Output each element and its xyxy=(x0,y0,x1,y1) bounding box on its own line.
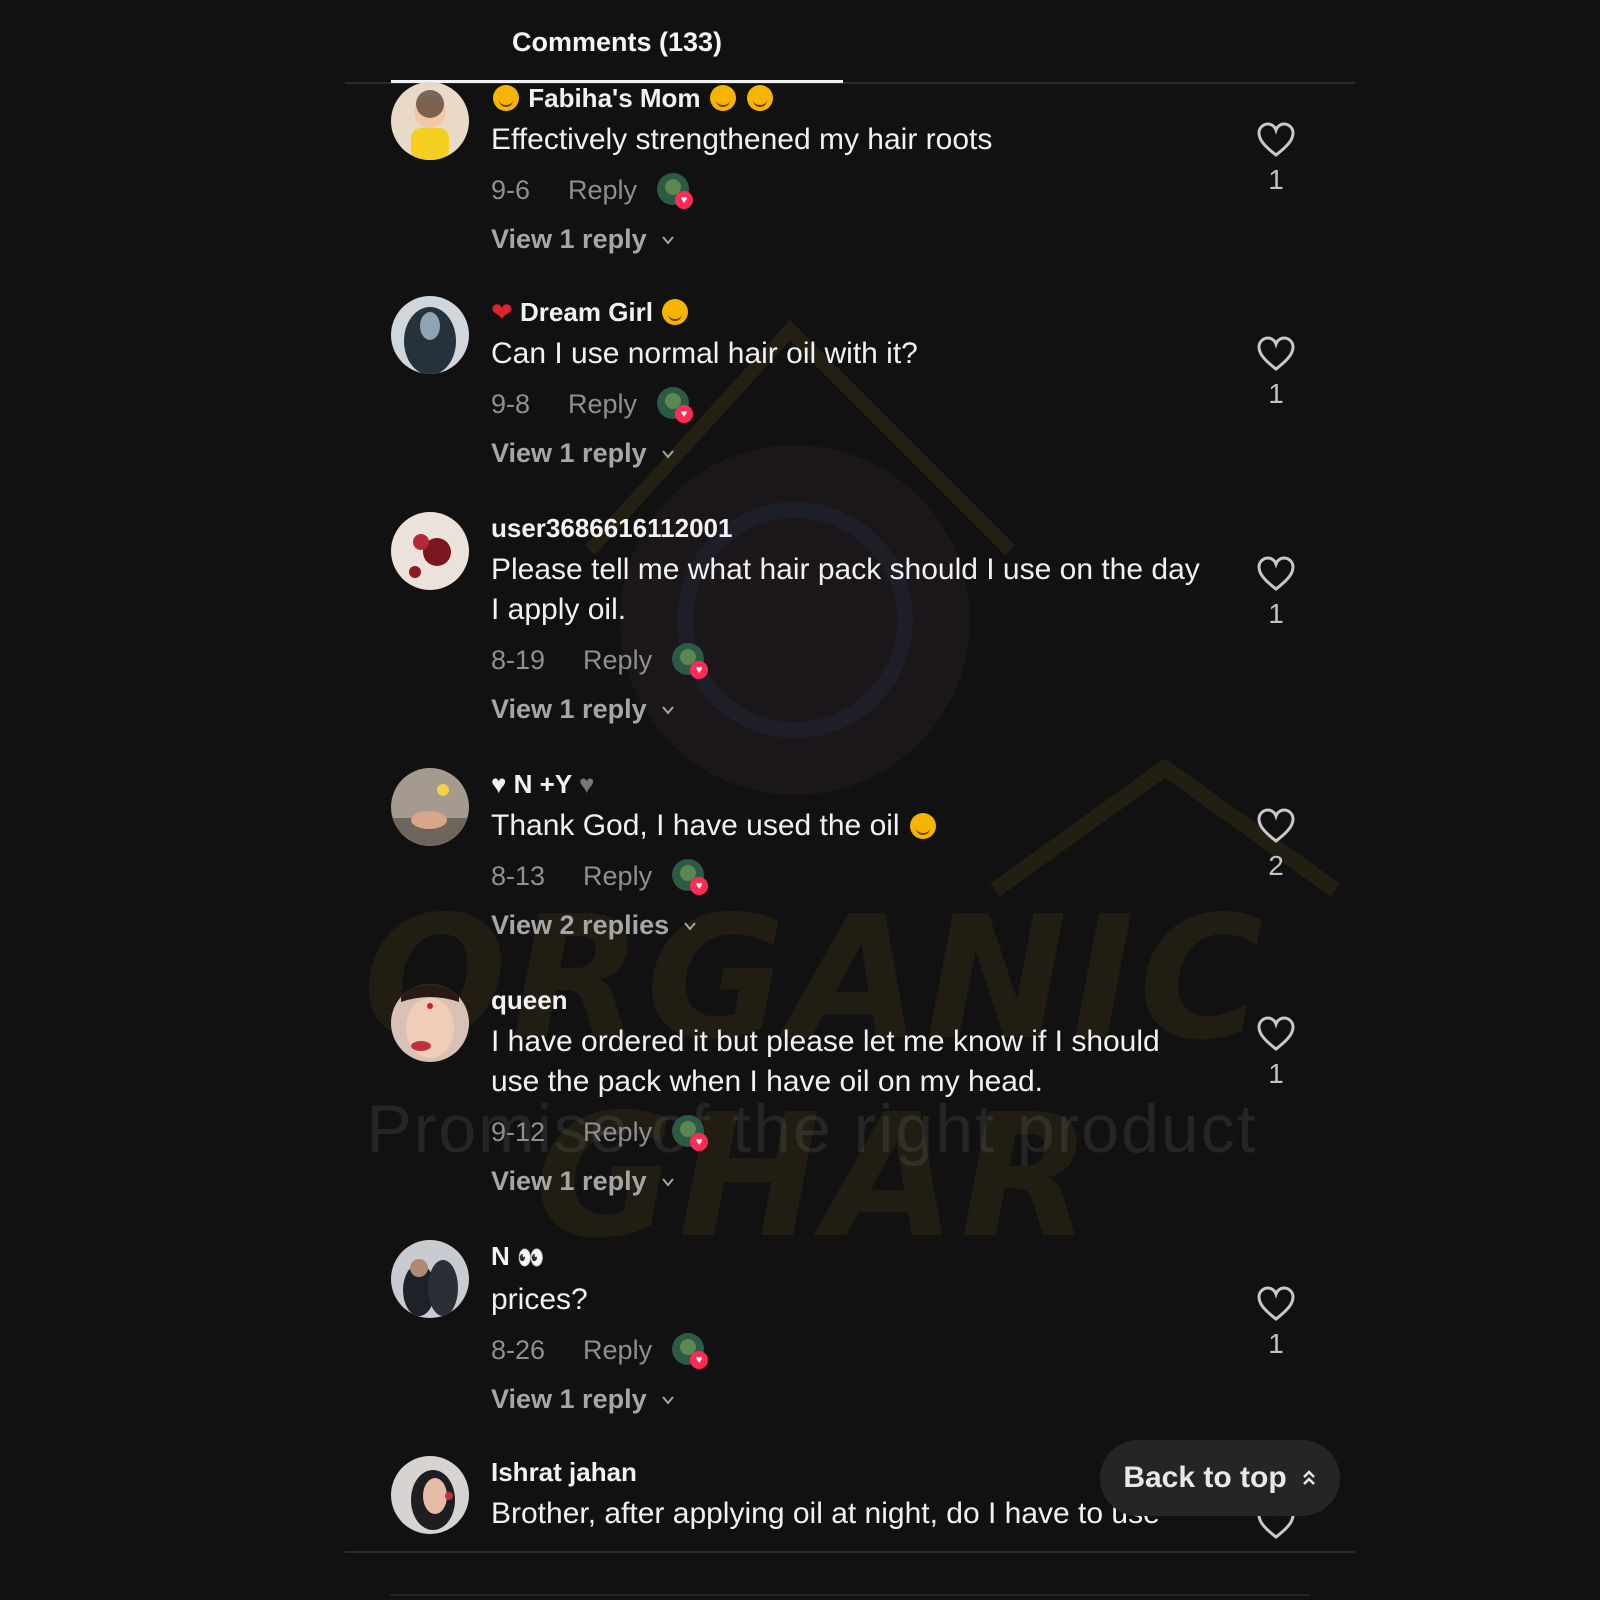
comment-date: 8-13 xyxy=(491,860,546,891)
comment-date: 8-19 xyxy=(491,644,546,675)
reply-button[interactable]: Reply xyxy=(583,861,652,892)
comment-date: 9-12 xyxy=(491,1116,546,1147)
divider xyxy=(390,1594,1310,1596)
creator-liked-badge: ♥ xyxy=(672,643,709,679)
view-replies-button[interactable]: View 1 reply xyxy=(491,224,1211,255)
reply-button[interactable]: Reply xyxy=(568,175,637,206)
avatar[interactable] xyxy=(391,512,469,590)
avatar[interactable] xyxy=(391,1456,469,1534)
back-to-top-label: Back to top xyxy=(1123,1461,1287,1494)
view-replies-button[interactable]: View 1 reply xyxy=(491,438,1211,469)
comment-username[interactable]: queen xyxy=(491,984,1211,1016)
like-control[interactable]: 1 xyxy=(1251,122,1301,198)
comment-username[interactable]: Fabiha's Mom xyxy=(491,82,1211,114)
eyes-icon: 👀 xyxy=(517,1245,545,1270)
like-control[interactable]: 1 xyxy=(1251,1016,1301,1092)
tab-bar: Comments (133) xyxy=(345,0,1355,84)
avatar[interactable] xyxy=(391,768,469,846)
back-to-top-button[interactable]: Back to top xyxy=(1100,1440,1340,1516)
comment-username[interactable]: N 👀 xyxy=(491,1240,1211,1274)
heart-icon[interactable] xyxy=(1257,122,1295,158)
smiling-face-icon xyxy=(747,85,774,111)
creator-liked-badge: ♥ xyxy=(672,1115,709,1151)
comment-list[interactable]: Fabiha's Mom Effectively strengthened my… xyxy=(0,82,1600,1550)
avatar[interactable] xyxy=(391,1240,469,1318)
like-count: 2 xyxy=(1268,850,1284,881)
white-heart-icon: ♥ xyxy=(491,769,507,799)
like-count: 1 xyxy=(1268,598,1284,629)
comment-username[interactable]: ❤ Dream Girl xyxy=(491,296,1211,328)
comment-text: Please tell me what hair pack should I u… xyxy=(491,553,1200,626)
comment-date: 9-6 xyxy=(491,174,531,205)
reply-button[interactable]: Reply xyxy=(583,1117,652,1148)
smiling-face-icon xyxy=(662,299,689,325)
reply-button[interactable]: Reply xyxy=(583,1335,652,1366)
creator-liked-badge: ♥ xyxy=(672,1333,709,1369)
comment-text: I have ordered it but please let me know… xyxy=(491,1025,1160,1098)
red-heart-icon: ❤ xyxy=(491,297,513,327)
reply-button[interactable]: Reply xyxy=(583,645,652,676)
avatar[interactable] xyxy=(391,82,469,160)
comment-text: prices? xyxy=(491,1283,588,1316)
double-chevron-up-icon xyxy=(1302,1470,1315,1485)
like-control[interactable]: 1 xyxy=(1251,336,1301,412)
like-control[interactable]: 2 xyxy=(1251,808,1301,884)
tab-comments[interactable]: Comments (133) xyxy=(391,0,843,83)
chevron-down-icon xyxy=(661,705,674,715)
chevron-down-icon xyxy=(661,449,674,459)
chevron-down-icon xyxy=(684,921,696,931)
divider xyxy=(345,1551,1355,1553)
comment-text: Thank God, I have used the oil xyxy=(491,806,1211,846)
heart-icon[interactable] xyxy=(1257,556,1295,592)
comment-username[interactable]: ♥ N +Y ♥ xyxy=(491,768,1211,800)
reply-button[interactable]: Reply xyxy=(568,389,637,420)
comment-date: 9-8 xyxy=(491,388,531,419)
like-count: 1 xyxy=(1268,1328,1284,1359)
smiling-face-icon xyxy=(709,85,736,111)
like-count: 1 xyxy=(1268,378,1284,409)
smiling-face-icon xyxy=(493,85,519,111)
chevron-down-icon xyxy=(661,235,674,245)
comments-panel: ORGANIC GHAR Promise of the right produc… xyxy=(0,0,1600,1600)
like-control[interactable]: 1 xyxy=(1251,556,1301,632)
comment-date: 8-26 xyxy=(491,1334,546,1365)
grey-heart-icon: ♥ xyxy=(578,769,595,799)
avatar[interactable] xyxy=(391,296,469,374)
view-replies-button[interactable]: View 2 replies xyxy=(491,910,1211,941)
chevron-down-icon xyxy=(661,1395,674,1405)
creator-liked-badge: ♥ xyxy=(657,173,694,209)
heart-icon[interactable] xyxy=(1257,336,1295,372)
like-count: 1 xyxy=(1268,164,1284,195)
comment-text: Can I use normal hair oil with it? xyxy=(491,337,918,370)
creator-liked-badge: ♥ xyxy=(672,859,709,895)
view-replies-button[interactable]: View 1 reply xyxy=(491,1384,1211,1415)
like-control[interactable]: 1 xyxy=(1251,1286,1301,1362)
comment-username[interactable]: user3686616112001 xyxy=(491,512,1211,544)
heart-icon[interactable] xyxy=(1257,1016,1295,1052)
view-replies-button[interactable]: View 1 reply xyxy=(491,1166,1211,1197)
comment-text: Brother, after applying oil at night, do… xyxy=(491,1497,1160,1530)
heart-icon[interactable] xyxy=(1257,1286,1295,1322)
like-count: 1 xyxy=(1268,1058,1284,1089)
comment-text: Effectively strengthened my hair roots xyxy=(491,123,993,156)
heart-icon[interactable] xyxy=(1257,808,1295,844)
smiling-face-icon xyxy=(909,813,936,839)
chevron-down-icon xyxy=(661,1177,674,1187)
avatar[interactable] xyxy=(391,984,469,1062)
creator-liked-badge: ♥ xyxy=(657,387,694,423)
view-replies-button[interactable]: View 1 reply xyxy=(491,694,1211,725)
